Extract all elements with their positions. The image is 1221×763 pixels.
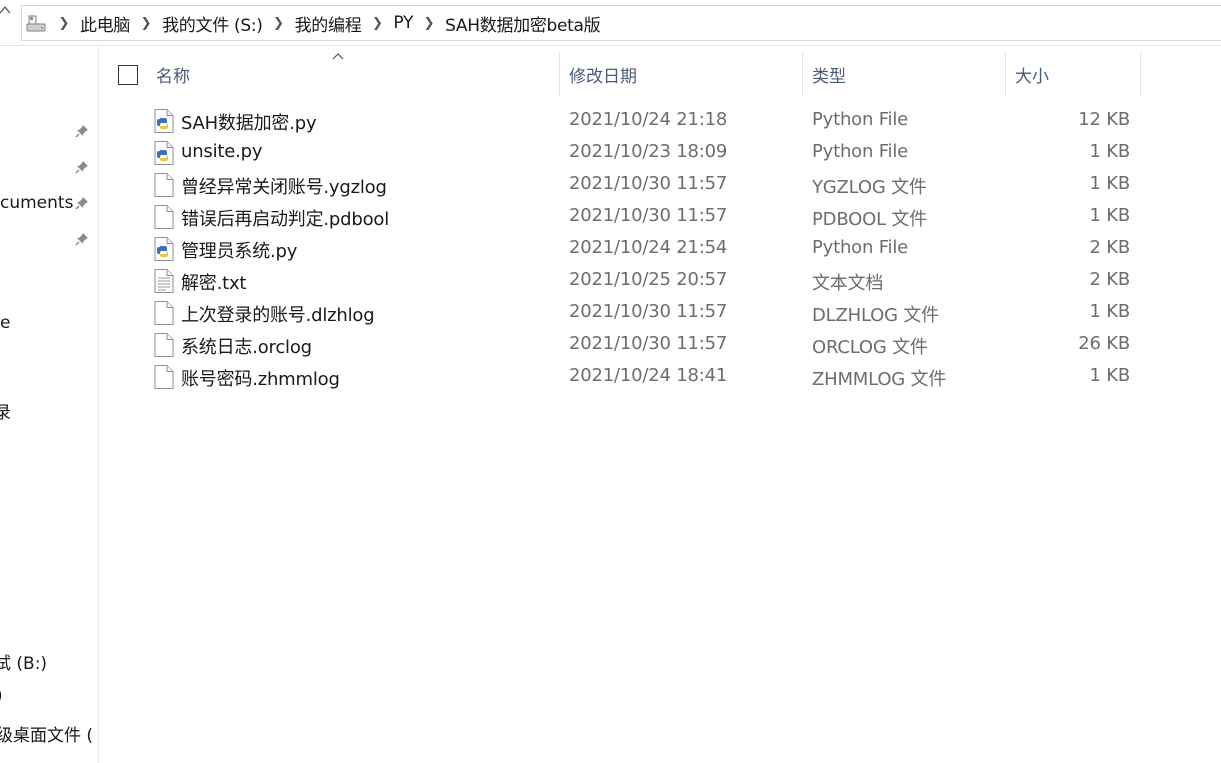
- file-size: 26 KB: [1078, 333, 1130, 354]
- file-type: YGZLOG 文件: [812, 177, 927, 198]
- file-type: 文本文档: [812, 273, 884, 294]
- file-name: unsite.py: [181, 141, 263, 162]
- blank-file-icon: [154, 365, 174, 389]
- file-date-modified: 2021/10/30 11:57: [569, 333, 728, 354]
- file-type: ORCLOG 文件: [812, 337, 928, 358]
- file-row[interactable]: 系统日志.orclog 2021/10/30 11:57 ORCLOG 文件 26 K…: [104, 329, 1140, 361]
- file-name: 管理员系统.py: [181, 241, 298, 262]
- text-file-icon: [154, 269, 174, 293]
- python-file-icon: [154, 109, 174, 133]
- breadcrumb-current-folder[interactable]: SAH数据加密beta版: [441, 11, 604, 36]
- file-row[interactable]: 上次登录的账号.dlzhlog 2021/10/30 11:57 DLZHLOG 文…: [104, 297, 1140, 329]
- nav-item-drive-b[interactable]: 试 (B:): [0, 649, 47, 674]
- chevron-right-icon[interactable]: ❯: [52, 16, 76, 31]
- file-name: 错误后再启动判定.pdbool: [181, 209, 390, 230]
- column-header-date-modified[interactable]: 修改日期: [569, 52, 799, 96]
- file-name: 账号密码.zhmmlog: [181, 369, 340, 390]
- file-date-modified: 2021/10/24 18:41: [569, 365, 728, 386]
- file-row[interactable]: 管理员系统.py 2021/10/24 21:54 Python File 2 KB: [104, 233, 1140, 265]
- file-row[interactable]: 解密.txt 2021/10/25 20:57 文本文档 2 KB: [104, 265, 1140, 297]
- file-size: 1 KB: [1089, 141, 1130, 162]
- pin-icon[interactable]: [75, 160, 89, 174]
- python-file-icon: [154, 141, 174, 165]
- column-divider[interactable]: [802, 52, 803, 96]
- file-row[interactable]: 曾经异常关闭账号.ygzlog 2021/10/30 11:57 YGZLOG 文件…: [104, 169, 1140, 201]
- select-all-checkbox[interactable]: [118, 65, 138, 85]
- blank-file-icon: [154, 205, 174, 229]
- file-size: 2 KB: [1089, 237, 1130, 258]
- breadcrumb-this-pc[interactable]: 此电脑: [76, 11, 134, 36]
- file-size: 12 KB: [1078, 109, 1130, 130]
- column-divider[interactable]: [1005, 52, 1006, 96]
- up-arrow-icon[interactable]: [0, 4, 10, 18]
- breadcrumb-folder-programming[interactable]: 我的编程: [291, 11, 366, 36]
- file-date-modified: 2021/10/30 11:57: [569, 173, 728, 194]
- nav-item-desktop-files[interactable]: 级桌面文件 (: [0, 721, 93, 746]
- file-row[interactable]: 错误后再启动判定.pdbool 2021/10/30 11:57 PDBOOL 文件…: [104, 201, 1140, 233]
- file-name: 曾经异常关闭账号.ygzlog: [181, 177, 387, 198]
- address-bar-region: ❯ 此电脑 ❯ 我的文件 (S:) ❯ 我的编程 ❯ PY ❯ SAH数据加密b…: [0, 0, 1221, 46]
- file-type: ZHMMLOG 文件: [812, 369, 947, 390]
- nav-item-partial-drive[interactable]: ): [0, 686, 3, 706]
- breadcrumb-drive[interactable]: 我的文件 (S:): [158, 11, 267, 36]
- file-name: SAH数据加密.py: [181, 113, 317, 134]
- blank-file-icon: [154, 333, 174, 357]
- chevron-right-icon[interactable]: ❯: [417, 16, 441, 31]
- nav-item-partial-folder[interactable]: 录: [0, 398, 11, 423]
- pin-icon[interactable]: [75, 196, 89, 210]
- chevron-right-icon[interactable]: ❯: [134, 16, 158, 31]
- file-name: 解密.txt: [181, 273, 247, 294]
- file-type: Python File: [812, 141, 909, 162]
- column-header-name[interactable]: 名称: [156, 52, 556, 96]
- blank-file-icon: [154, 173, 174, 197]
- column-header-type[interactable]: 类型: [812, 52, 1002, 96]
- address-bar[interactable]: ❯ 此电脑 ❯ 我的文件 (S:) ❯ 我的编程 ❯ PY ❯ SAH数据加密b…: [21, 5, 1221, 41]
- file-name: 上次登录的账号.dlzhlog: [181, 305, 375, 326]
- file-date-modified: 2021/10/25 20:57: [569, 269, 728, 290]
- file-size: 1 KB: [1089, 173, 1130, 194]
- drive-icon: [24, 11, 48, 35]
- file-date-modified: 2021/10/30 11:57: [569, 205, 728, 226]
- pin-icon[interactable]: [75, 124, 89, 138]
- blank-file-icon: [154, 301, 174, 325]
- file-size: 1 KB: [1089, 365, 1130, 386]
- file-row[interactable]: SAH数据加密.py 2021/10/24 21:18 Python File 12 …: [104, 105, 1140, 137]
- file-type: Python File: [812, 109, 909, 130]
- file-size: 2 KB: [1089, 269, 1130, 290]
- file-date-modified: 2021/10/30 11:57: [569, 301, 728, 322]
- file-date-modified: 2021/10/24 21:18: [569, 109, 728, 130]
- breadcrumb-folder-py[interactable]: PY: [389, 13, 417, 33]
- file-type: Python File: [812, 237, 909, 258]
- nav-item-partial-e[interactable]: e: [0, 313, 10, 333]
- file-name: 系统日志.orclog: [181, 337, 312, 358]
- file-row[interactable]: 账号密码.zhmmlog 2021/10/24 18:41 ZHMMLOG 文件 1 …: [104, 361, 1140, 393]
- column-header-size[interactable]: 大小: [1015, 52, 1135, 96]
- file-type: PDBOOL 文件: [812, 209, 928, 230]
- python-file-icon: [154, 237, 174, 261]
- file-size: 1 KB: [1089, 301, 1130, 322]
- chevron-right-icon[interactable]: ❯: [365, 16, 389, 31]
- chevron-right-icon[interactable]: ❯: [267, 16, 291, 31]
- file-date-modified: 2021/10/23 18:09: [569, 141, 728, 162]
- nav-item-documents[interactable]: cuments: [0, 193, 73, 213]
- file-row[interactable]: unsite.py 2021/10/23 18:09 Python File 1 KB: [104, 137, 1140, 169]
- file-size: 1 KB: [1089, 205, 1130, 226]
- column-divider[interactable]: [1140, 52, 1141, 96]
- navigation-pane: cuments e 录 试 (B:) ) 级桌面文件 (: [0, 46, 99, 763]
- pin-icon[interactable]: [75, 232, 89, 246]
- file-date-modified: 2021/10/24 21:54: [569, 237, 728, 258]
- file-type: DLZHLOG 文件: [812, 305, 939, 326]
- column-divider[interactable]: [559, 52, 560, 96]
